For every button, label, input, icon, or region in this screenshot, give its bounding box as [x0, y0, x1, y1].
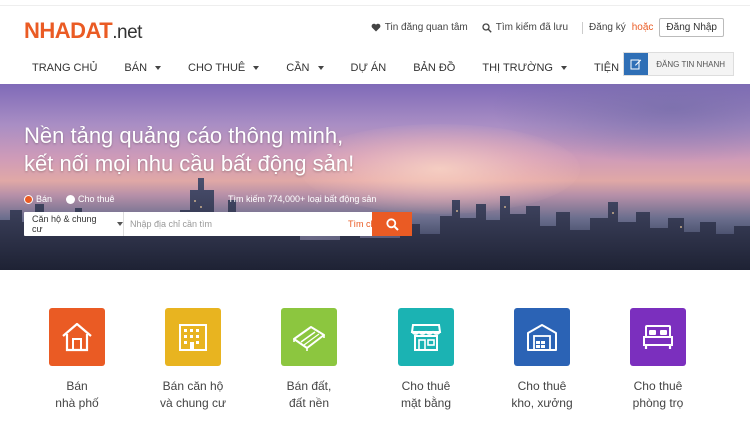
- radio-rent[interactable]: Cho thuê: [66, 194, 115, 204]
- category-grid: Bán nhà phố Bán căn hộ và chung cư Bán đất, đ…: [0, 308, 750, 428]
- category-label-line1: Bán: [66, 379, 88, 393]
- or-text: hoặc: [631, 22, 654, 33]
- category-0[interactable]: Bán nhà phố: [22, 308, 132, 412]
- search-submit-button[interactable]: [372, 212, 412, 236]
- category-tile[interactable]: [281, 308, 337, 366]
- category-label[interactable]: Cho thuê mặt bằng: [371, 378, 481, 412]
- radio-rent-dot[interactable]: [66, 194, 76, 204]
- category-label-line2: nhà phố: [55, 396, 99, 410]
- category-tile[interactable]: [398, 308, 454, 366]
- search-bar: Căn hộ & chung cư Tìm chi tiết: [24, 212, 412, 236]
- search-icon: [482, 22, 492, 33]
- nav-item-4[interactable]: DỰ ÁN: [341, 52, 397, 74]
- saved-posts-label: Tin đăng quan tâm: [384, 22, 468, 33]
- quick-post-label: ĐĂNG TIN NHANH: [656, 59, 725, 69]
- category-5[interactable]: Cho thuê phòng trọ: [603, 308, 713, 412]
- bed-icon: [641, 321, 675, 353]
- category-label-line1: Bán căn hộ: [162, 379, 224, 393]
- chevron-down-icon: [317, 66, 324, 70]
- saved-searches-label: Tìm kiếm đã lưu: [495, 22, 569, 33]
- category-4[interactable]: Cho thuê kho, xưởng: [487, 308, 597, 412]
- category-label-line2: đất nền: [288, 396, 330, 410]
- search-icon: [385, 217, 399, 231]
- tagline-line1: Nền tảng quảng cáo thông minh,: [24, 123, 344, 148]
- logo-tld: .net: [112, 22, 142, 43]
- nav-item-6[interactable]: THỊ TRƯỜNG: [472, 52, 577, 74]
- tagline-line2: kết nối mọi nhu cầu bất động sản!: [24, 151, 355, 176]
- nav-item-label: DỰ ÁN: [350, 62, 387, 74]
- category-label-line2: kho, xưởng: [511, 396, 573, 410]
- apartment-icon: [176, 321, 210, 353]
- radio-sell[interactable]: Bán: [24, 194, 52, 204]
- login-button[interactable]: Đăng Nhập: [659, 18, 724, 37]
- category-tile[interactable]: [49, 308, 105, 366]
- hero-banner: Nền tảng quảng cáo thông minh, kết nối m…: [0, 84, 750, 270]
- category-label[interactable]: Bán căn hộ và chung cư: [138, 378, 248, 412]
- address-search-input[interactable]: [124, 212, 340, 236]
- nav-item-label: CẦN: [286, 62, 310, 74]
- category-label-line1: Bán đất,: [286, 379, 332, 393]
- nav-list: TRANG CHỦ BÁN CHO THUÊ CẦN DỰ ÁN BẢN ĐỒ THỊ TR…: [22, 52, 672, 74]
- category-tile[interactable]: [514, 308, 570, 366]
- category-label-line1: Cho thuê: [401, 379, 451, 393]
- nav-item-label: BÁN: [124, 62, 148, 74]
- nav-item-2[interactable]: CHO THUÊ: [178, 52, 269, 74]
- category-label[interactable]: Cho thuê phòng trọ: [603, 378, 713, 412]
- nav-item-label: THỊ TRƯỜNG: [482, 62, 553, 74]
- top-links: Tin đăng quan tâm Tìm kiếm đã lưu Đăng k…: [357, 18, 724, 37]
- nav-item-3[interactable]: CẦN: [276, 52, 333, 74]
- logo-brand: NHADAT: [24, 18, 113, 43]
- category-label[interactable]: Bán nhà phố: [22, 378, 132, 412]
- nav-item-label: BẢN ĐỒ: [413, 62, 456, 74]
- nav-item-label: CHO THUÊ: [188, 62, 246, 74]
- category-tile[interactable]: [165, 308, 221, 366]
- radio-sell-dot[interactable]: [24, 194, 33, 204]
- site-header: NHADAT.net Tin đăng quan tâm Tìm kiếm đã…: [0, 6, 750, 48]
- category-label[interactable]: Cho thuê kho, xưởng: [487, 378, 597, 412]
- nav-item-label: TRANG CHỦ: [32, 62, 98, 74]
- storefront-icon: [409, 321, 443, 353]
- heart-icon: [371, 23, 381, 32]
- chevron-down-icon: [117, 222, 123, 226]
- category-3[interactable]: Cho thuê mặt bằng: [371, 308, 481, 412]
- nav-item-0[interactable]: TRANG CHỦ: [22, 52, 107, 74]
- category-2[interactable]: Bán đất, đất nền: [254, 308, 364, 412]
- property-type-select[interactable]: Căn hộ & chung cư: [24, 212, 124, 236]
- chevron-down-icon: [560, 66, 567, 70]
- cloud-shape: [490, 84, 750, 164]
- nav-item-5[interactable]: BẢN ĐỒ: [403, 52, 465, 74]
- land-icon: [291, 321, 327, 353]
- category-label-line1: Cho thuê: [633, 379, 683, 393]
- listing-type-radios: Bán Cho thuê: [24, 194, 129, 204]
- category-label-line2: và chung cư: [159, 396, 227, 410]
- divider: [582, 21, 584, 34]
- category-tile[interactable]: [630, 308, 686, 366]
- register-link[interactable]: Đăng ký: [589, 22, 626, 33]
- property-type-value: Căn hộ & chung cư: [32, 214, 97, 234]
- site-logo[interactable]: NHADAT.net: [24, 18, 142, 44]
- hero-tagline: Nền tảng quảng cáo thông minh, kết nối m…: [24, 122, 354, 178]
- chevron-down-icon: [253, 66, 260, 70]
- chevron-down-icon: [155, 66, 162, 70]
- category-label-line1: Cho thuê: [517, 379, 567, 393]
- nav-item-1[interactable]: BÁN: [114, 52, 171, 74]
- category-label-line2: mặt bằng: [400, 396, 452, 410]
- house-icon: [60, 321, 94, 353]
- radio-sell-label: Bán: [36, 194, 53, 204]
- category-label-line2: phòng trọ: [632, 396, 684, 410]
- radio-rent-label: Cho thuê: [78, 194, 115, 204]
- category-1[interactable]: Bán căn hộ và chung cư: [138, 308, 248, 412]
- quick-post-button[interactable]: ĐĂNG TIN NHANH: [623, 52, 734, 76]
- saved-searches-link[interactable]: Tìm kiếm đã lưu: [482, 22, 568, 33]
- warehouse-icon: [525, 321, 559, 353]
- category-label[interactable]: Bán đất, đất nền: [254, 378, 364, 412]
- search-count-text: Tìm kiếm 774,000+ loại bất động sản: [228, 194, 377, 204]
- saved-posts-link[interactable]: Tin đăng quan tâm: [371, 22, 468, 33]
- edit-icon: [624, 53, 649, 75]
